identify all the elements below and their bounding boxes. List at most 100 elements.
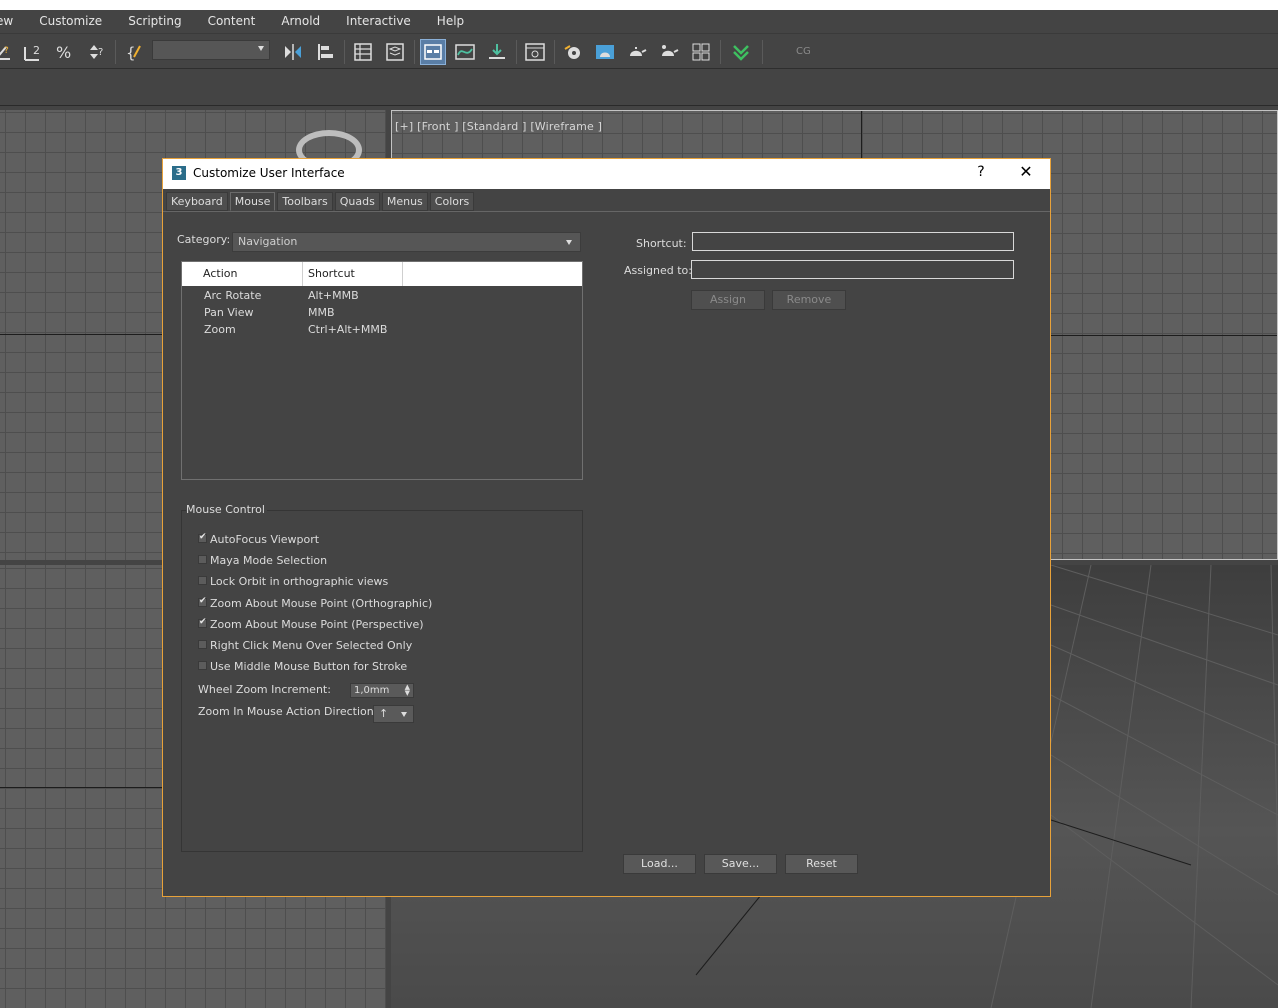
action-name: Zoom bbox=[204, 323, 236, 336]
save-button[interactable]: Save... bbox=[704, 854, 777, 874]
chevron-down-icon bbox=[258, 46, 264, 51]
checkbox-label: Maya Mode Selection bbox=[210, 554, 328, 567]
tab-divider bbox=[163, 211, 1050, 212]
menu-content[interactable]: Content bbox=[195, 10, 269, 33]
toolbar-separator bbox=[762, 40, 763, 64]
column-header-shortcut[interactable]: Shortcut bbox=[308, 267, 355, 280]
chevron-down-icon bbox=[566, 240, 572, 245]
render-iterative-icon[interactable] bbox=[656, 39, 682, 65]
checkbox-box[interactable] bbox=[198, 661, 207, 670]
shortcut-field[interactable] bbox=[692, 232, 1014, 251]
category-label: Category: bbox=[177, 233, 231, 246]
dialog-title: Customize User Interface bbox=[193, 166, 345, 180]
snap-angle-icon[interactable]: ? bbox=[0, 39, 16, 65]
mouse-control-legend: Mouse Control bbox=[186, 503, 267, 516]
rendered-frame-window-icon[interactable] bbox=[592, 39, 618, 65]
schematic-view-icon[interactable] bbox=[522, 39, 548, 65]
category-dropdown[interactable]: Navigation bbox=[232, 232, 581, 252]
list-item[interactable]: Pan View MMB bbox=[182, 305, 582, 322]
checkbox-label: AutoFocus Viewport bbox=[210, 533, 320, 546]
reset-button[interactable]: Reset bbox=[785, 854, 858, 874]
menu-arnold[interactable]: Arnold bbox=[268, 10, 333, 33]
assign-button[interactable]: Assign bbox=[691, 290, 765, 310]
assigned-to-field[interactable] bbox=[691, 260, 1014, 279]
menu-view[interactable]: ew bbox=[0, 10, 26, 33]
remove-button[interactable]: Remove bbox=[772, 290, 846, 310]
zoom-direction-label: Zoom In Mouse Action Direction: bbox=[198, 705, 378, 718]
action-list[interactable]: Action Shortcut Arc Rotate Alt+MMB Pan V… bbox=[181, 261, 583, 480]
list-item[interactable]: Zoom Ctrl+Alt+MMB bbox=[182, 322, 582, 339]
curve-editor-icon[interactable] bbox=[452, 39, 478, 65]
wheel-zoom-spinner[interactable]: 1,0mm ▲ ▼ bbox=[350, 683, 414, 698]
column-header-action[interactable]: Action bbox=[203, 267, 237, 280]
snap-percent-icon[interactable]: % bbox=[52, 39, 78, 65]
svg-text:?: ? bbox=[4, 46, 9, 56]
menu-customize[interactable]: Customize bbox=[26, 10, 115, 33]
tab-colors[interactable]: Colors bbox=[429, 192, 475, 211]
svg-text:?: ? bbox=[98, 47, 103, 58]
shortcut-label: Shortcut: bbox=[636, 237, 687, 250]
window-top-strip bbox=[0, 0, 1278, 10]
arnold-icon[interactable] bbox=[728, 39, 754, 65]
viewport-front-label[interactable]: [+] [Front ] [Standard ] [Wireframe ] bbox=[395, 120, 602, 133]
toolbar-separator bbox=[516, 40, 517, 64]
mouse-control-group: Mouse Control AutoFocus Viewport Maya Mo… bbox=[181, 503, 583, 852]
customize-ui-dialog: 3 Customize User Interface ? ✕ Keyboard … bbox=[162, 158, 1051, 897]
action-name: Pan View bbox=[204, 306, 254, 319]
checkbox-box[interactable] bbox=[198, 532, 207, 543]
action-list-header: Action Shortcut bbox=[182, 262, 582, 286]
menu-interactive[interactable]: Interactive bbox=[333, 10, 424, 33]
render-cloud-icon[interactable] bbox=[688, 39, 714, 65]
3dsmax-app-icon: 3 bbox=[172, 166, 186, 180]
render-setup-icon[interactable] bbox=[560, 39, 586, 65]
named-selection-dropdown[interactable] bbox=[152, 40, 270, 60]
dope-sheet-icon[interactable] bbox=[484, 39, 510, 65]
svg-text:2: 2 bbox=[33, 44, 40, 57]
help-icon[interactable]: ? bbox=[969, 164, 993, 184]
zoom-direction-dropdown[interactable]: ↑ bbox=[373, 705, 414, 723]
svg-text:%: % bbox=[56, 43, 71, 62]
dialog-title-bar[interactable]: 3 Customize User Interface ? ✕ bbox=[163, 159, 1050, 189]
close-icon[interactable]: ✕ bbox=[1011, 162, 1041, 186]
chevron-down-icon bbox=[401, 712, 407, 717]
spinner-arrows-icon[interactable]: ▲ ▼ bbox=[405, 684, 410, 697]
checkbox-box[interactable] bbox=[198, 617, 207, 628]
tab-keyboard[interactable]: Keyboard bbox=[166, 192, 228, 211]
svg-text:{: { bbox=[126, 44, 136, 62]
checkbox-box[interactable] bbox=[198, 596, 207, 607]
menu-scripting[interactable]: Scripting bbox=[115, 10, 194, 33]
toolbar-separator bbox=[115, 40, 116, 64]
list-item[interactable]: Arc Rotate Alt+MMB bbox=[182, 288, 582, 305]
assigned-to-label: Assigned to: bbox=[624, 264, 692, 277]
edit-named-selection-icon[interactable]: { bbox=[122, 39, 148, 65]
action-shortcut: MMB bbox=[308, 306, 335, 319]
tab-menus[interactable]: Menus bbox=[381, 192, 428, 211]
scene-explorer-icon[interactable] bbox=[350, 39, 376, 65]
layer-explorer-icon[interactable] bbox=[382, 39, 408, 65]
toolbar-separator bbox=[344, 40, 345, 64]
toolbar-separator bbox=[554, 40, 555, 64]
toolbar-separator bbox=[720, 40, 721, 64]
load-button[interactable]: Load... bbox=[623, 854, 696, 874]
tab-quads[interactable]: Quads bbox=[334, 192, 380, 211]
action-shortcut: Alt+MMB bbox=[308, 289, 359, 302]
tab-toolbars[interactable]: Toolbars bbox=[277, 192, 333, 211]
checkbox-box[interactable] bbox=[198, 640, 207, 649]
wheel-zoom-label: Wheel Zoom Increment: bbox=[198, 683, 331, 696]
checkbox-label: Zoom About Mouse Point (Perspective) bbox=[210, 618, 424, 631]
align-icon[interactable] bbox=[312, 39, 338, 65]
mirror-icon[interactable] bbox=[280, 39, 306, 65]
checkbox-box[interactable] bbox=[198, 576, 207, 585]
snap-angle-toggle-icon[interactable]: 2 bbox=[20, 39, 46, 65]
toolbar-cg-label: CG bbox=[796, 46, 811, 57]
toggle-ribbon-icon[interactable] bbox=[420, 39, 446, 65]
wheel-zoom-value: 1,0mm bbox=[354, 685, 390, 696]
action-shortcut: Ctrl+Alt+MMB bbox=[308, 323, 388, 336]
zoom-direction-value: ↑ bbox=[379, 707, 389, 720]
tab-mouse[interactable]: Mouse bbox=[229, 192, 276, 211]
snap-spinner-icon[interactable]: ? bbox=[83, 39, 109, 65]
render-production-icon[interactable] bbox=[624, 39, 650, 65]
category-value: Navigation bbox=[238, 235, 298, 248]
checkbox-box[interactable] bbox=[198, 555, 207, 564]
menu-help[interactable]: Help bbox=[424, 10, 477, 33]
